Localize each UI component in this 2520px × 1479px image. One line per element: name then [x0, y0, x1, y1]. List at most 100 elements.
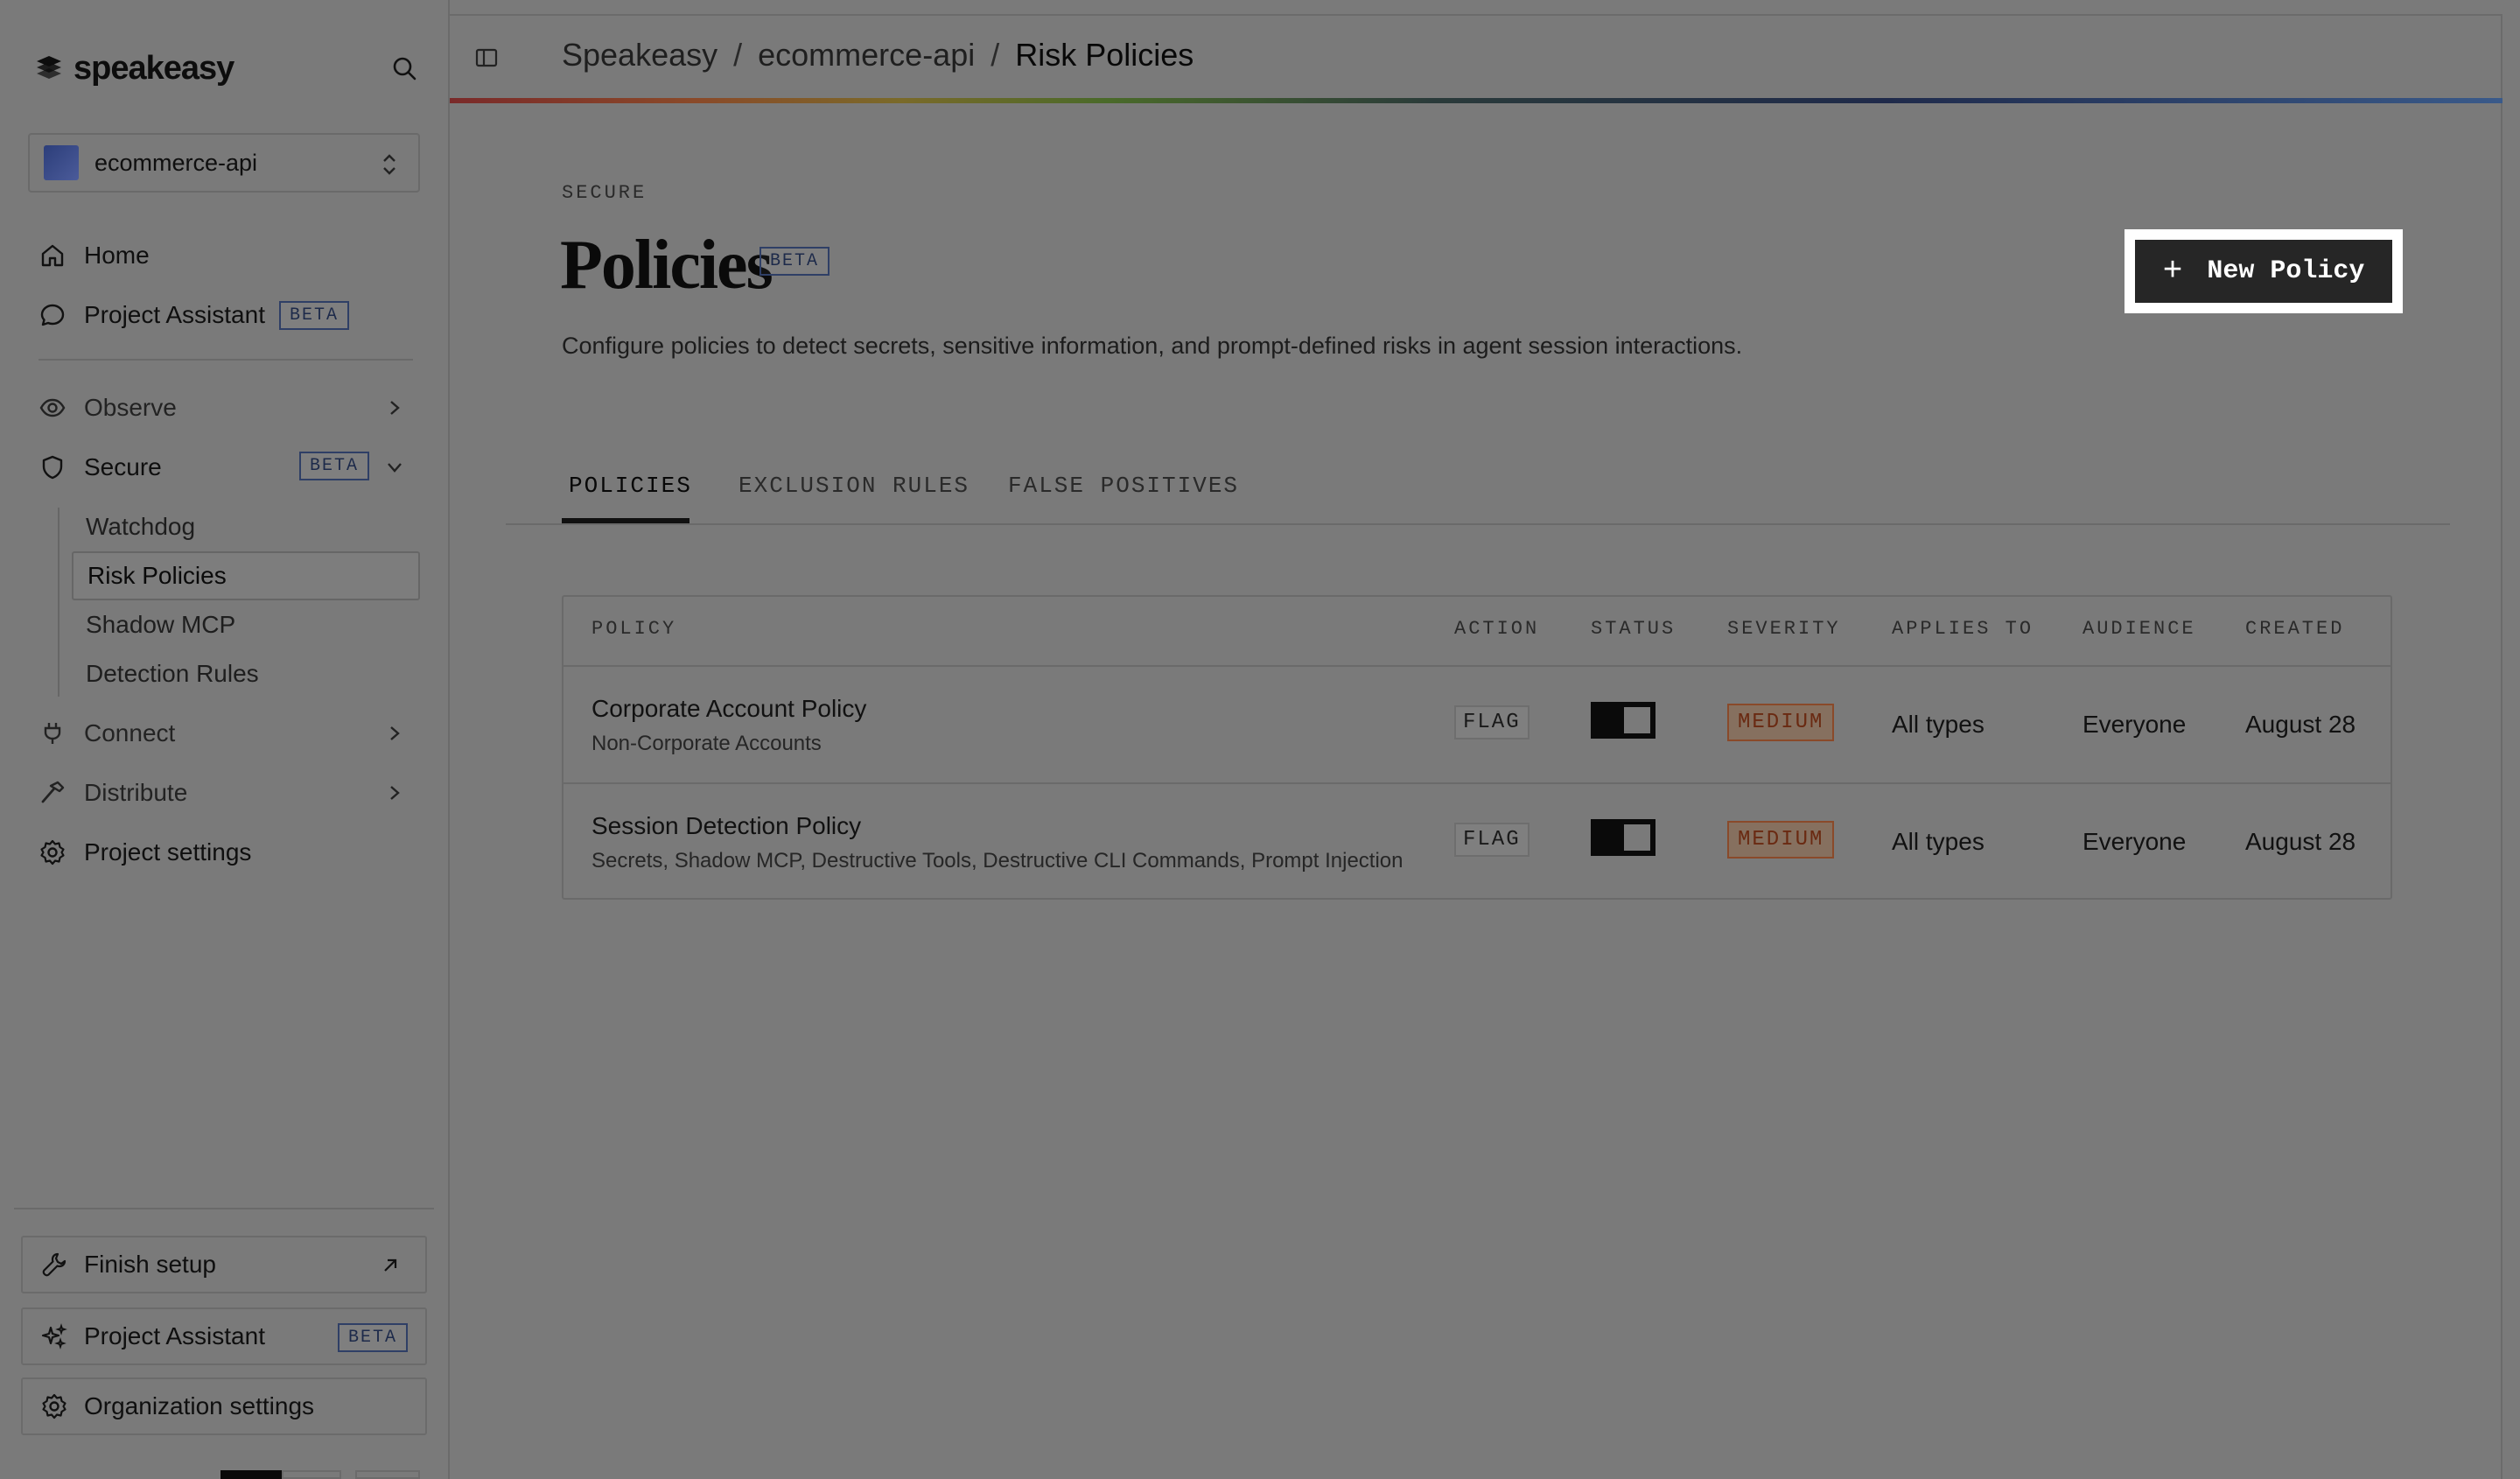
footer-project-assistant-label: Project Assistant [84, 1322, 265, 1349]
theme-option-light[interactable] [282, 1470, 341, 1479]
new-policy-button-body[interactable]: + New Policy [2135, 240, 2392, 303]
table-header-divider [564, 665, 2390, 667]
new-policy-button[interactable]: + New Policy [2124, 229, 2403, 313]
hammer-icon [41, 781, 65, 803]
finish-setup-link[interactable]: Finish setup [21, 1236, 427, 1293]
subnav-item-watchdog[interactable]: Watchdog [72, 502, 420, 551]
table-row-divider [564, 782, 2390, 784]
beta-badge: BETA [760, 247, 830, 276]
toggle-knob [1624, 824, 1650, 851]
nav-project-settings[interactable]: Project settings [38, 831, 420, 873]
chevron-right-icon [390, 726, 400, 740]
nav-connect[interactable]: Connect [38, 712, 420, 754]
page-title: Policies [560, 227, 774, 304]
audience-value: Everyone [2082, 711, 2187, 738]
wrench-icon [42, 1252, 66, 1277]
nav-divider [38, 359, 413, 361]
subnav-rail [58, 508, 60, 697]
gear-icon [40, 839, 65, 866]
column-header-applies-to: APPLIES TO [1892, 618, 2034, 640]
policy-detail: Non-Corporate Accounts [592, 732, 822, 755]
sidebar: speakeasy ecommerce-api Home Project Ass… [0, 0, 450, 1479]
nav-home[interactable]: Home [38, 235, 420, 277]
policy-detail: Secrets, Shadow MCP, Destructive Tools, … [592, 849, 1404, 873]
beta-badge: BETA [278, 300, 349, 330]
severity-badge: MEDIUM [1727, 704, 1835, 741]
toggle-knob [1624, 707, 1650, 733]
chevron-up-down-icon [383, 154, 396, 175]
column-header-status: STATUS [1591, 618, 1676, 640]
organization-settings-link[interactable]: Organization settings [21, 1377, 427, 1435]
created-value: August 28 [2245, 711, 2356, 738]
nav-secure-label: Secure [84, 453, 162, 480]
subnav-item-detection-rules[interactable]: Detection Rules [72, 649, 420, 698]
chat-bubble-icon [40, 304, 65, 326]
status-toggle[interactable] [1591, 702, 1656, 739]
chevron-right-icon [390, 786, 400, 800]
nav-secure[interactable]: Secure BETA [38, 446, 420, 488]
page-eyebrow: SECURE [562, 182, 648, 204]
applies-to-value: All types [1892, 711, 1984, 738]
footer-divider [14, 1208, 434, 1209]
plus-icon: + [2162, 252, 2183, 291]
sparkles-icon [41, 1323, 67, 1349]
active-tab-indicator [562, 518, 690, 523]
nav-observe-label: Observe [84, 394, 177, 421]
theme-option-system[interactable] [355, 1470, 420, 1479]
breadcrumb: Speakeasy / ecommerce-api / Risk Policie… [562, 37, 1194, 74]
subnav-item-shadow-mcp[interactable]: Shadow MCP [72, 600, 420, 649]
brand-row: speakeasy [33, 49, 418, 88]
action-badge: FLAG [1454, 823, 1530, 857]
chevron-down-icon [388, 463, 402, 473]
theme-option-dark[interactable] [220, 1470, 284, 1479]
beta-badge: BETA [299, 452, 370, 480]
nav-project-assistant[interactable]: Project Assistant BETA [38, 294, 420, 336]
column-header-policy: POLICY [592, 618, 677, 640]
speakeasy-logo-icon [37, 56, 61, 79]
nav-project-settings-label: Project settings [84, 838, 252, 866]
beta-badge: BETA [337, 1323, 408, 1352]
column-header-severity: SEVERITY [1727, 618, 1841, 640]
arrow-up-right-icon [384, 1258, 397, 1272]
breadcrumb-current: Risk Policies [1015, 37, 1194, 73]
home-icon [41, 244, 64, 267]
footer-project-assistant[interactable]: Project Assistant BETA [21, 1307, 427, 1365]
nav-connect-label: Connect [84, 719, 176, 747]
status-toggle[interactable] [1591, 819, 1656, 856]
chevron-right-icon [390, 401, 400, 415]
eye-icon [39, 398, 66, 417]
column-header-action: ACTION [1454, 618, 1540, 640]
breadcrumb-separator: / [733, 37, 743, 73]
subnav-item-risk-policies[interactable]: Risk Policies [72, 551, 420, 600]
brand-name: speakeasy [74, 49, 234, 87]
breadcrumb-project[interactable]: ecommerce-api [758, 37, 975, 74]
organization-settings-label: Organization settings [84, 1392, 315, 1419]
tab-exclusion-rules[interactable]: EXCLUSION RULES [738, 473, 970, 499]
search-icon[interactable] [390, 54, 418, 82]
policy-name[interactable]: Session Detection Policy [592, 812, 861, 840]
shield-icon [42, 455, 63, 480]
nav-distribute[interactable]: Distribute [38, 772, 420, 814]
sidebar-toggle-icon[interactable] [474, 46, 499, 70]
applies-to-value: All types [1892, 828, 1984, 855]
nav-observe[interactable]: Observe [38, 387, 420, 429]
nav-project-assistant-label: Project Assistant [84, 301, 265, 328]
frame-border-right [2501, 14, 2502, 1479]
tab-policies[interactable]: POLICIES [569, 473, 692, 499]
theme-toggle[interactable] [220, 1470, 420, 1479]
plug-icon [44, 723, 61, 744]
top-bar: Speakeasy / ecommerce-api / Risk Policie… [450, 0, 2520, 103]
breadcrumb-org[interactable]: Speakeasy [562, 37, 718, 74]
tab-bar: POLICIES EXCLUSION RULES FALSE POSITIVES [506, 464, 2450, 525]
column-header-audience: AUDIENCE [2082, 618, 2196, 640]
new-policy-label: New Policy [2207, 256, 2365, 286]
header-accent-bar [450, 98, 2502, 103]
created-value: August 28 [2245, 828, 2356, 855]
audience-value: Everyone [2082, 828, 2187, 855]
column-header-created: CREATED [2245, 618, 2345, 640]
title-badge-wrap: BETA [760, 247, 830, 276]
tab-false-positives[interactable]: FALSE POSITIVES [1008, 473, 1239, 499]
breadcrumb-separator: / [990, 37, 1000, 73]
project-switcher[interactable]: ecommerce-api [28, 133, 420, 193]
policy-name[interactable]: Corporate Account Policy [592, 695, 866, 723]
